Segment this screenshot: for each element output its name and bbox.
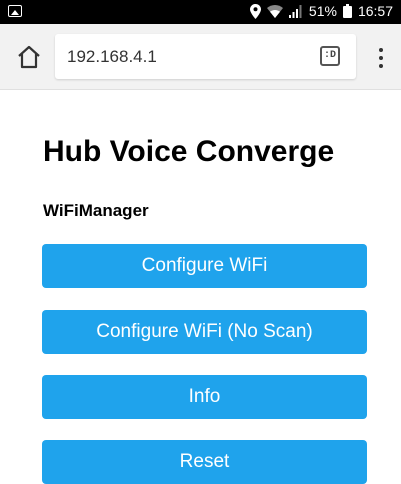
reset-button[interactable]: Reset <box>42 440 367 484</box>
clock: 16:57 <box>357 3 393 19</box>
page-title: Hub Voice Converge <box>43 135 335 168</box>
battery-icon <box>342 4 352 18</box>
info-button[interactable]: Info <box>42 375 367 419</box>
gallery-icon <box>8 5 22 17</box>
configure-wifi-no-scan-button[interactable]: Configure WiFi (No Scan) <box>42 310 367 354</box>
status-icons: 51% 16:57 <box>249 3 393 19</box>
status-bar: 51% 16:57 <box>0 0 401 24</box>
home-icon[interactable] <box>16 44 42 70</box>
address-field[interactable]: 192.168.4.1 :D <box>55 34 356 79</box>
signal-icon <box>288 4 302 18</box>
location-icon <box>249 3 261 19</box>
page-subtitle: WiFiManager <box>43 201 149 220</box>
configure-wifi-button[interactable]: Configure WiFi <box>42 244 367 288</box>
wifi-icon <box>266 4 283 18</box>
tabs-icon[interactable]: :D <box>320 46 340 66</box>
overflow-menu-icon[interactable] <box>378 48 384 68</box>
battery-percent: 51% <box>308 3 337 19</box>
url-text[interactable]: 192.168.4.1 <box>67 47 157 67</box>
browser-toolbar: 192.168.4.1 :D <box>0 24 401 90</box>
